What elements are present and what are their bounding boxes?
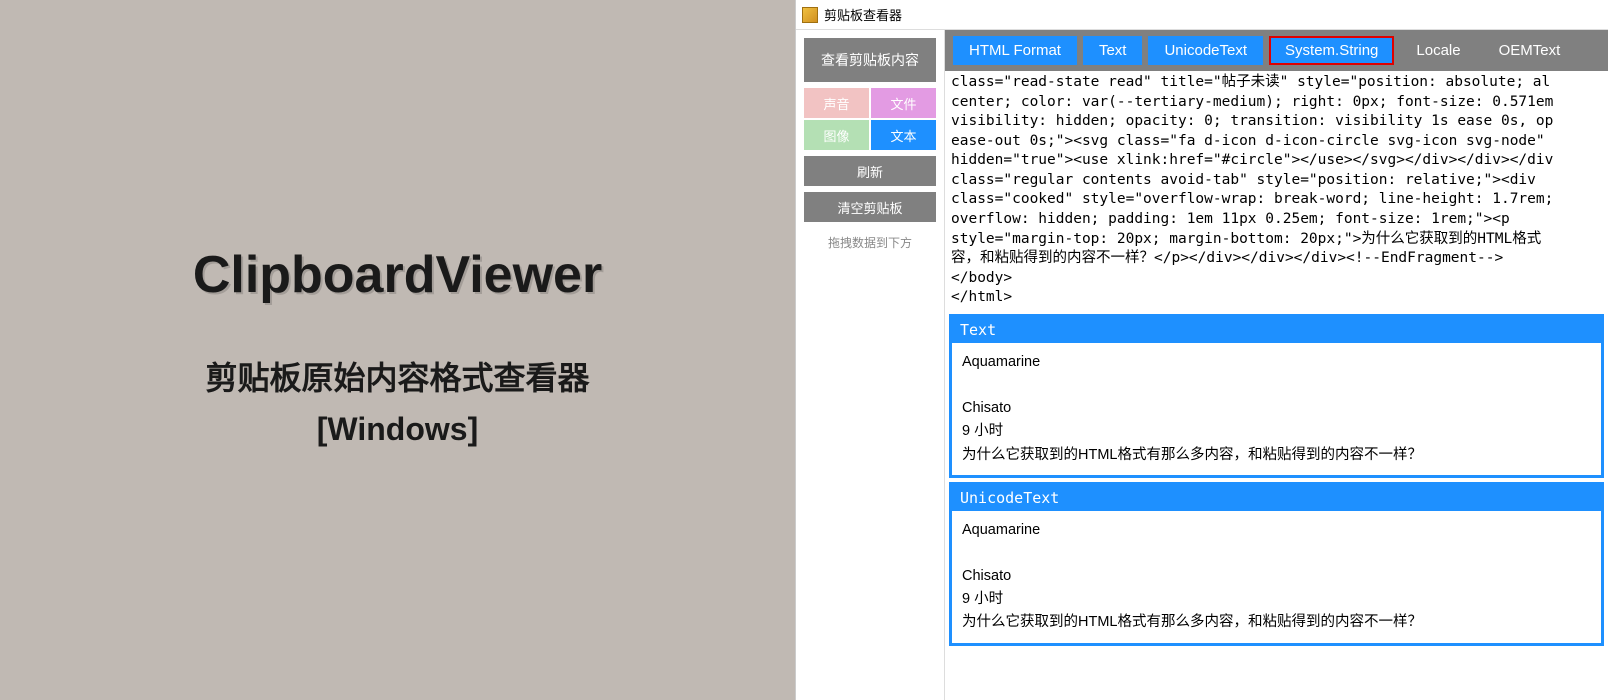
view-clipboard-button[interactable]: 查看剪贴板内容 [804,38,936,82]
titlebar[interactable]: 剪贴板查看器 [796,0,1608,30]
section-unicodetext-body: Aquamarine Chisato 9 小时 为什么它获取到的HTML格式有那… [952,511,1601,643]
promo-panel: ClipboardViewer 剪贴板原始内容格式查看器 [Windows] [0,0,795,700]
sidebar: 查看剪贴板内容 声音 文件 图像 文本 刷新 清空剪贴板 拖拽数据到下方 [796,30,944,700]
tab-system-string[interactable]: System.String [1269,36,1394,65]
drag-hint: 拖拽数据到下方 [804,228,936,257]
content-scroll[interactable]: class="read-state read" title="帖子未读" sty… [945,71,1608,700]
section-unicodetext-header: UnicodeText [952,485,1601,511]
type-sound-button[interactable]: 声音 [804,88,869,118]
format-tabs: HTML Format Text UnicodeText System.Stri… [945,30,1608,71]
section-text-body: Aquamarine Chisato 9 小时 为什么它获取到的HTML格式有那… [952,343,1601,475]
app-body: 查看剪贴板内容 声音 文件 图像 文本 刷新 清空剪贴板 拖拽数据到下方 HTM… [796,30,1608,700]
promo-title: ClipboardViewer [193,245,602,305]
window-title: 剪贴板查看器 [824,5,902,24]
main-area: HTML Format Text UnicodeText System.Stri… [944,30,1608,700]
tab-unicodetext[interactable]: UnicodeText [1148,36,1263,65]
type-image-button[interactable]: 图像 [804,120,869,150]
html-code-block: class="read-state read" title="帖子未读" sty… [945,71,1608,310]
app-icon [802,7,818,23]
promo-subtitle-line2: [Windows] [317,411,478,447]
type-file-button[interactable]: 文件 [871,88,936,118]
promo-subtitle-line1: 剪贴板原始内容格式查看器 [205,360,589,396]
refresh-button[interactable]: 刷新 [804,156,936,186]
type-text-button[interactable]: 文本 [871,120,936,150]
type-grid: 声音 文件 图像 文本 [804,88,936,150]
tab-html-format[interactable]: HTML Format [953,36,1077,65]
tab-oemtext[interactable]: OEMText [1483,36,1577,65]
section-text-header: Text [952,317,1601,343]
section-unicodetext: UnicodeText Aquamarine Chisato 9 小时 为什么它… [949,482,1604,646]
promo-subtitle: 剪贴板原始内容格式查看器 [Windows] [205,353,589,455]
app-window: 剪贴板查看器 查看剪贴板内容 声音 文件 图像 文本 刷新 清空剪贴板 拖拽数据… [795,0,1608,700]
clear-clipboard-button[interactable]: 清空剪贴板 [804,192,936,222]
section-text: Text Aquamarine Chisato 9 小时 为什么它获取到的HTM… [949,314,1604,478]
tab-text[interactable]: Text [1083,36,1143,65]
tab-locale[interactable]: Locale [1400,36,1476,65]
